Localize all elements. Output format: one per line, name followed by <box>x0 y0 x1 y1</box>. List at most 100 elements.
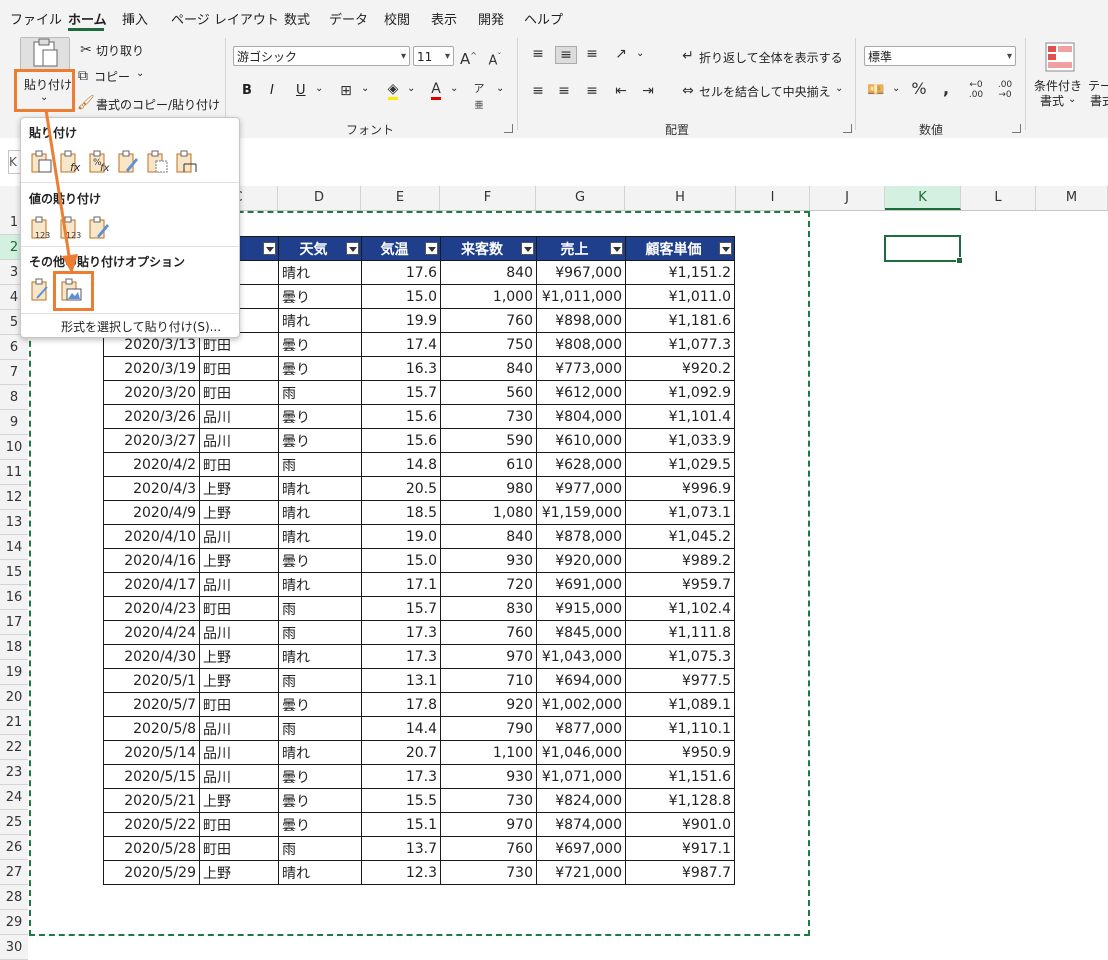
wrap-text-button[interactable]: 折り返して全体を表示する <box>699 49 843 66</box>
row-header[interactable]: 27 <box>0 860 28 885</box>
table-cell[interactable]: 17.3 <box>361 764 441 789</box>
table-cell[interactable]: 20.7 <box>361 740 441 765</box>
table-cell[interactable]: ¥1,151.2 <box>625 260 735 285</box>
table-cell[interactable]: 15.0 <box>361 284 441 309</box>
table-cell[interactable]: ¥824,000 <box>536 788 626 813</box>
table-cell[interactable]: 17.8 <box>361 692 441 717</box>
chevron-down-icon[interactable]: ⌄ <box>496 83 504 94</box>
increase-decimal-icon[interactable]: ←0.00 <box>964 80 988 100</box>
row-header[interactable]: 25 <box>0 810 28 835</box>
table-cell[interactable]: 晴れ <box>278 860 362 885</box>
row-header[interactable]: 8 <box>0 385 28 410</box>
table-cell[interactable]: 曇り <box>278 548 362 573</box>
column-header-e[interactable]: E <box>361 186 440 210</box>
table-cell[interactable]: 雨 <box>278 836 362 861</box>
underline-button[interactable]: U <box>296 83 306 98</box>
table-cell[interactable]: ¥977.5 <box>625 668 735 693</box>
align-left-icon[interactable]: ≡ <box>530 83 546 99</box>
table-cell[interactable]: 晴れ <box>278 572 362 597</box>
table-cell[interactable]: ¥1,045.2 <box>625 524 735 549</box>
cut-button[interactable]: 切り取り <box>96 42 144 59</box>
table-cell[interactable]: ¥1,110.1 <box>625 716 735 741</box>
table-cell[interactable]: 曇り <box>278 284 362 309</box>
table-cell[interactable]: ¥1,011.0 <box>625 284 735 309</box>
font-size-select[interactable]: 11 ▾ <box>413 46 454 66</box>
menu-review[interactable]: 校閲 <box>384 9 410 28</box>
table-cell[interactable]: 曇り <box>278 788 362 813</box>
table-cell[interactable]: 晴れ <box>278 476 362 501</box>
row-header[interactable]: 7 <box>0 360 28 385</box>
currency-icon[interactable]: 💴 <box>866 82 886 98</box>
merge-center-button[interactable]: セルを結合して中央揃え <box>699 83 831 100</box>
italic-button[interactable]: I <box>270 83 274 98</box>
table-cell[interactable]: 840 <box>440 524 537 549</box>
alignment-dialog-launcher-icon[interactable] <box>843 124 852 133</box>
table-cell[interactable]: 上野 <box>199 668 279 693</box>
column-header-h[interactable]: H <box>625 186 736 210</box>
table-cell[interactable]: 760 <box>440 836 537 861</box>
chevron-down-icon[interactable]: ⌄ <box>361 83 369 94</box>
menu-insert[interactable]: 挿入 <box>122 9 148 28</box>
menu-formulas[interactable]: 数式 <box>284 9 310 28</box>
table-cell[interactable]: 2020/5/21 <box>103 788 200 813</box>
table-cell[interactable]: 晴れ <box>278 524 362 549</box>
table-cell[interactable]: ¥901.0 <box>625 812 735 837</box>
number-dialog-launcher-icon[interactable] <box>1012 124 1021 133</box>
table-cell[interactable]: 晴れ <box>278 644 362 669</box>
paste-button-top[interactable] <box>20 37 70 71</box>
table-cell[interactable]: 品川 <box>199 404 279 429</box>
align-bottom-icon[interactable]: ≡ <box>584 46 600 62</box>
chevron-down-icon[interactable]: ⌄ <box>450 83 458 94</box>
table-cell[interactable]: 2020/3/26 <box>103 404 200 429</box>
table-cell[interactable]: 品川 <box>199 620 279 645</box>
table-cell[interactable]: 雨 <box>278 596 362 621</box>
table-cell[interactable]: 2020/5/8 <box>103 716 200 741</box>
table-cell[interactable]: 14.8 <box>361 452 441 477</box>
table-cell[interactable]: ¥1,002,000 <box>536 692 626 717</box>
menu-page-layout[interactable]: ページ レイアウト <box>171 9 279 28</box>
border-icon[interactable]: ⊞ <box>336 83 356 99</box>
table-cell[interactable]: 17.6 <box>361 260 441 285</box>
table-cell[interactable]: 品川 <box>199 740 279 765</box>
table-cell[interactable]: 17.1 <box>361 572 441 597</box>
table-cell[interactable]: 品川 <box>199 572 279 597</box>
phonetic-icon[interactable]: ア亜 <box>471 81 487 114</box>
table-cell[interactable]: ¥721,000 <box>536 860 626 885</box>
table-cell[interactable]: 2020/5/28 <box>103 836 200 861</box>
table-cell[interactable]: 930 <box>440 764 537 789</box>
menu-help[interactable]: ヘルプ <box>524 9 563 28</box>
table-cell[interactable]: 2020/4/30 <box>103 644 200 669</box>
table-cell[interactable]: ¥1,071,000 <box>536 764 626 789</box>
table-cell[interactable]: 14.4 <box>361 716 441 741</box>
table-cell[interactable]: 760 <box>440 620 537 645</box>
font-color-icon[interactable]: A <box>428 81 444 100</box>
table-cell[interactable]: ¥920.2 <box>625 356 735 381</box>
table-cell[interactable]: 2020/4/10 <box>103 524 200 549</box>
table-cell[interactable]: ¥874,000 <box>536 812 626 837</box>
table-cell[interactable]: 1,100 <box>440 740 537 765</box>
paste-values-icon[interactable]: 123 <box>29 216 53 240</box>
table-cell[interactable]: 830 <box>440 596 537 621</box>
table-cell[interactable]: 町田 <box>199 692 279 717</box>
row-header[interactable]: 9 <box>0 410 28 435</box>
orientation-icon[interactable]: ↗ <box>613 46 629 62</box>
table-cell[interactable]: 2020/4/24 <box>103 620 200 645</box>
table-cell[interactable]: 2020/4/2 <box>103 452 200 477</box>
align-top-icon[interactable]: ≡ <box>530 46 546 62</box>
table-cell[interactable]: 町田 <box>199 356 279 381</box>
table-cell[interactable]: 15.7 <box>361 380 441 405</box>
table-cell[interactable]: 2020/5/15 <box>103 764 200 789</box>
row-header[interactable]: 17 <box>0 610 28 635</box>
table-cell[interactable]: 上野 <box>199 548 279 573</box>
table-cell[interactable]: 上野 <box>199 644 279 669</box>
table-cell[interactable]: ¥959.7 <box>625 572 735 597</box>
table-cell[interactable]: 曇り <box>278 764 362 789</box>
table-cell[interactable]: 2020/5/22 <box>103 812 200 837</box>
fill-color-icon[interactable]: ◈ <box>383 81 403 100</box>
row-header[interactable]: 19 <box>0 660 28 685</box>
decrease-indent-icon[interactable]: ⇤ <box>613 83 629 99</box>
table-cell[interactable]: 750 <box>440 332 537 357</box>
table-cell[interactable]: 曇り <box>278 404 362 429</box>
filter-dropdown-icon[interactable] <box>521 242 534 255</box>
menu-developer[interactable]: 開発 <box>478 9 504 28</box>
